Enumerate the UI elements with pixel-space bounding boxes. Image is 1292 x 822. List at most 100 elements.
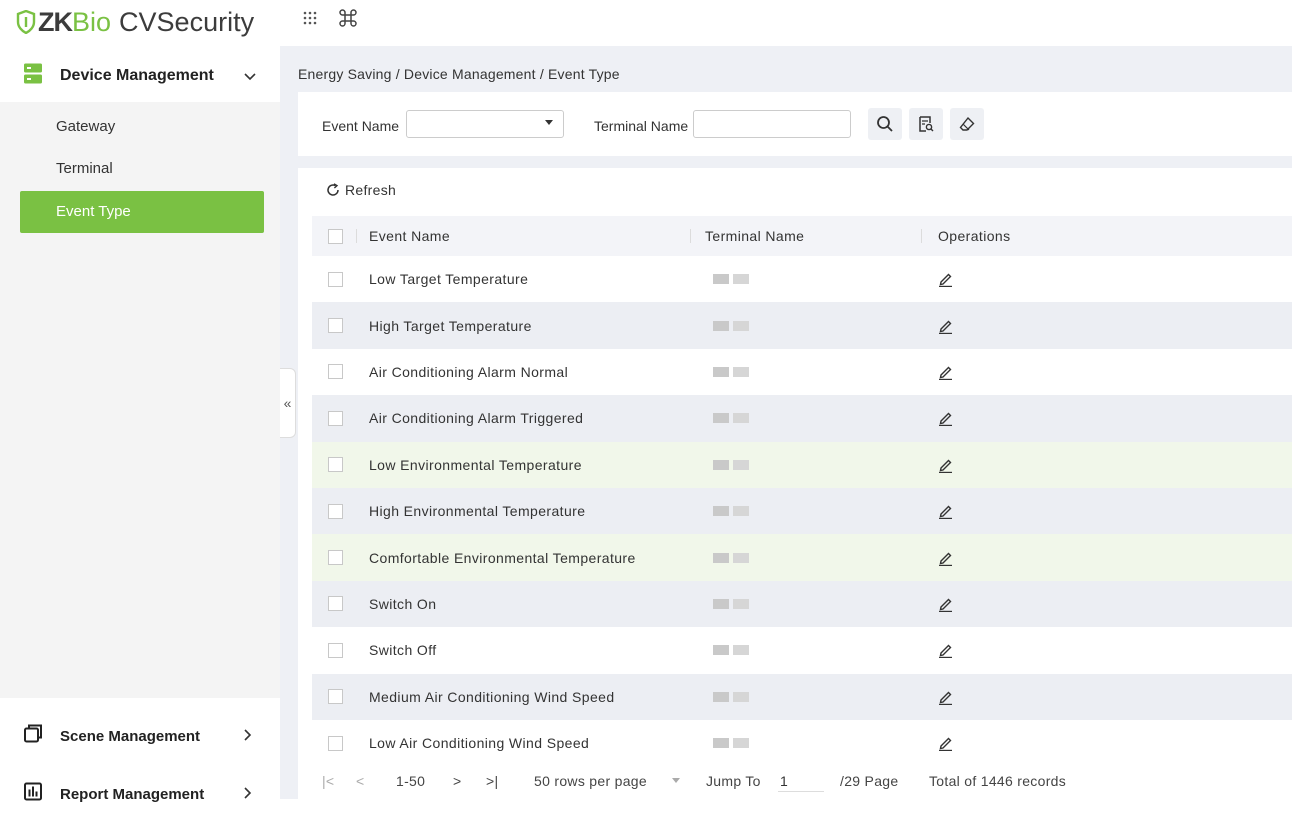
edit-icon[interactable] (938, 364, 954, 380)
row-select-cell (328, 674, 343, 720)
edit-icon[interactable] (938, 318, 954, 334)
terminal-name-label: Terminal Name (594, 118, 689, 134)
shield-logo-icon (16, 10, 36, 34)
row-checkbox[interactable] (328, 596, 343, 612)
jump-to-page-input[interactable] (778, 770, 824, 792)
row-checkbox[interactable] (328, 457, 343, 473)
column-header-terminal-name[interactable]: Terminal Name (705, 216, 804, 256)
event-name-cell: Air Conditioning Alarm Normal (369, 363, 569, 380)
row-checkbox[interactable] (328, 689, 343, 705)
edit-icon[interactable] (938, 596, 954, 612)
refresh-button[interactable]: Refresh (326, 182, 396, 198)
table-row[interactable]: Switch On (312, 580, 1292, 628)
event-name-cell: Switch Off (369, 642, 437, 659)
table-row[interactable]: Low Environmental Temperature (312, 441, 1292, 488)
row-checkbox[interactable] (328, 503, 343, 519)
redacted-terminal-name (705, 690, 761, 704)
row-checkbox[interactable] (328, 735, 343, 751)
terminal-name-cell (705, 395, 761, 441)
column-divider (690, 229, 691, 243)
chevron-down-icon (244, 68, 256, 84)
edit-icon[interactable] (938, 550, 954, 566)
row-checkbox[interactable] (328, 271, 343, 287)
select-all-checkbox[interactable] (328, 228, 343, 244)
operations-cell (938, 302, 954, 348)
row-select-cell (328, 349, 343, 395)
sidebar-item-event-type[interactable]: Event Type (20, 191, 264, 233)
row-select-cell (328, 720, 343, 766)
redacted-terminal-name (705, 504, 761, 518)
sidebar-item-terminal[interactable]: Terminal (20, 148, 264, 190)
edit-icon[interactable] (938, 271, 954, 288)
chevron-right-icon (244, 786, 252, 802)
terminal-name-input[interactable] (693, 110, 851, 138)
terminal-name-cell (705, 534, 761, 580)
table-row[interactable]: Comfortable Environmental Temperature (312, 534, 1292, 581)
clear-button[interactable] (950, 108, 984, 140)
terminal-name-cell (705, 349, 761, 395)
logo-text-cvsecurity: CVSecurity (119, 6, 255, 37)
edit-icon[interactable] (938, 735, 954, 752)
prev-page-button[interactable]: < (356, 773, 364, 789)
table-row[interactable]: High Environmental Temperature (312, 487, 1292, 535)
event-name-cell: Comfortable Environmental Temperature (369, 549, 636, 566)
event-name-select[interactable] (406, 110, 564, 138)
sidebar-section-report-management[interactable]: Report Management (0, 766, 280, 822)
sidebar-section-label: Scene Management (60, 727, 201, 745)
table-row[interactable]: Air Conditioning Alarm Normal (312, 348, 1292, 396)
operations-cell (938, 534, 954, 580)
app-logo[interactable]: ZK Bio CVSecurity (16, 6, 254, 38)
chevron-right-icon (244, 728, 252, 744)
table-row[interactable]: Medium Air Conditioning Wind Speed (312, 673, 1292, 720)
logo-text-zk: ZK (38, 6, 73, 37)
operations-cell (938, 581, 954, 627)
window-icon (24, 724, 42, 748)
edit-icon[interactable] (938, 503, 954, 520)
redacted-terminal-name (705, 643, 761, 657)
sidebar-collapse-toggle[interactable]: « (280, 368, 296, 438)
table-header-row: Event Name Terminal Name Operations (312, 216, 1292, 256)
sidebar-item-gateway[interactable]: Gateway (20, 106, 264, 148)
edit-icon[interactable] (938, 689, 954, 705)
advanced-search-button[interactable] (909, 108, 943, 140)
caret-down-icon (672, 778, 680, 783)
event-name-cell: Medium Air Conditioning Wind Speed (369, 688, 615, 705)
edit-icon[interactable] (938, 410, 954, 427)
sidebar-section-device-management[interactable]: Device Management (0, 48, 280, 104)
server-icon (24, 63, 42, 89)
table-row[interactable]: Low Air Conditioning Wind Speed (312, 719, 1292, 767)
row-checkbox[interactable] (328, 318, 343, 334)
last-page-button[interactable]: >| (486, 773, 498, 789)
command-icon[interactable] (338, 8, 358, 33)
bar-chart-icon (24, 782, 42, 806)
table-row[interactable]: High Target Temperature (312, 302, 1292, 349)
caret-down-icon (545, 120, 553, 125)
row-checkbox[interactable] (328, 364, 343, 380)
search-icon (877, 116, 893, 132)
edit-icon[interactable] (938, 457, 954, 473)
next-page-button[interactable]: > (453, 773, 461, 789)
redacted-terminal-name (705, 736, 761, 750)
table-row[interactable]: Switch Off (312, 627, 1292, 674)
sidebar-section-scene-management[interactable]: Scene Management (0, 708, 280, 764)
rows-per-page-select[interactable]: 50 rows per page (534, 773, 647, 789)
column-header-event-name[interactable]: Event Name (369, 216, 450, 256)
row-select-cell (328, 534, 343, 580)
page-total: /29 Page (840, 773, 899, 789)
terminal-name-cell (705, 488, 761, 534)
table-row[interactable]: Air Conditioning Alarm Triggered (312, 395, 1292, 442)
first-page-button[interactable]: |< (322, 773, 334, 789)
edit-icon[interactable] (938, 642, 954, 659)
row-checkbox[interactable] (328, 642, 343, 658)
operations-cell (938, 256, 954, 302)
filter-panel: Event Name Terminal Name (298, 92, 1292, 156)
row-checkbox[interactable] (328, 550, 343, 566)
redacted-terminal-name (705, 551, 761, 565)
operations-cell (938, 442, 954, 488)
table-row[interactable]: Low Target Temperature (312, 256, 1292, 303)
apps-grid-icon[interactable] (302, 10, 318, 31)
app-header: ZK Bio CVSecurity (0, 0, 1292, 46)
row-checkbox[interactable] (328, 410, 343, 426)
search-button[interactable] (868, 108, 902, 140)
operations-cell (938, 674, 954, 720)
